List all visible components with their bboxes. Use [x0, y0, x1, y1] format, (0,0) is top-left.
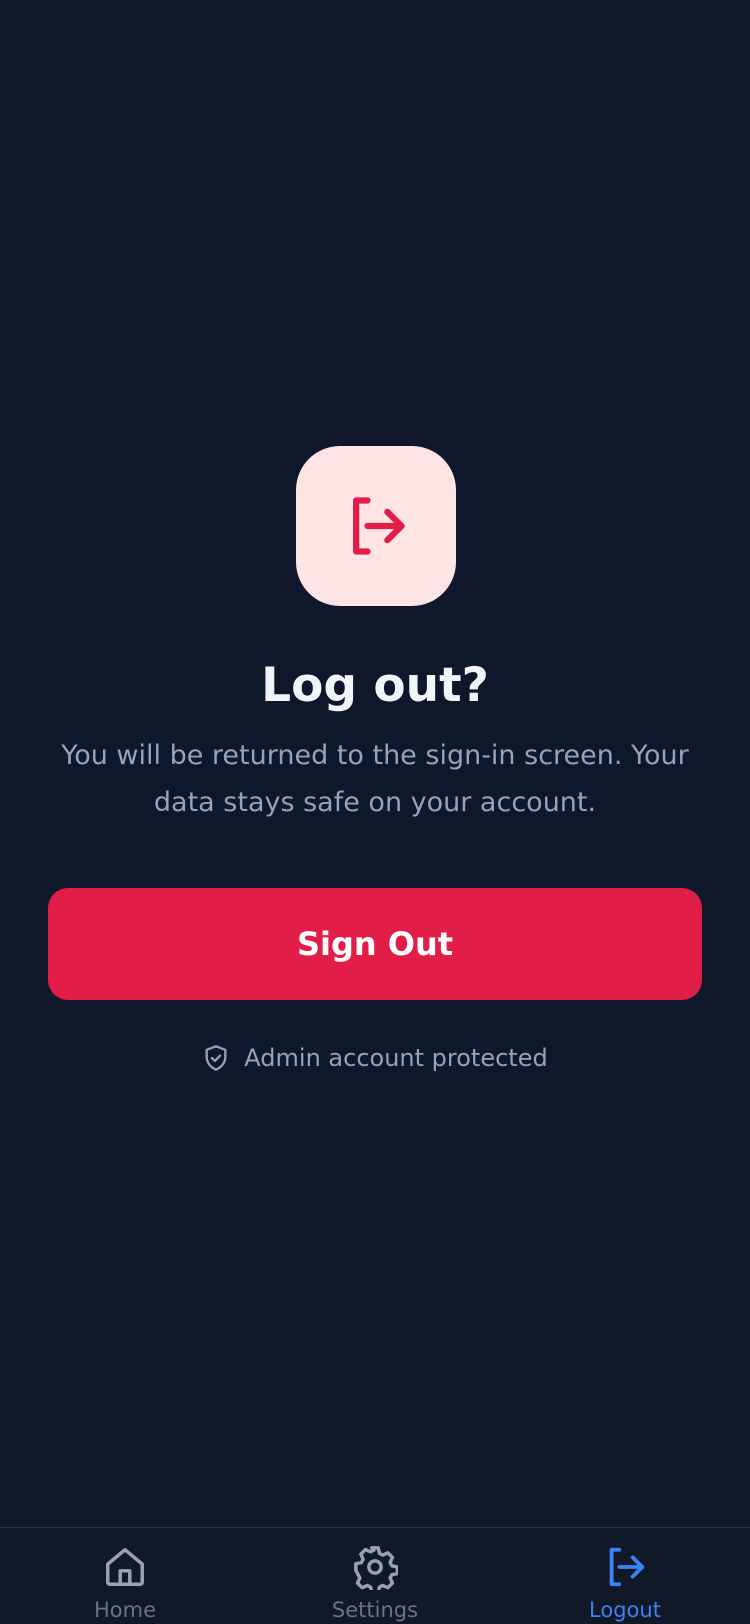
dialog-title: Log out?: [261, 658, 489, 713]
tab-logout-label: Logout: [589, 1598, 661, 1622]
tab-home[interactable]: Home: [0, 1528, 250, 1624]
tab-settings[interactable]: Settings: [250, 1528, 500, 1624]
home-icon: [106, 1548, 144, 1586]
logout-icon: [353, 497, 405, 555]
gear-icon: [354, 1546, 398, 1590]
bottom-tab-bar: Home Settings Logout: [0, 1527, 750, 1624]
tab-settings-label: Settings: [331, 1598, 419, 1622]
logout-icon-tile: [296, 446, 456, 606]
dialog-message: You will be returned to the sign-in scre…: [61, 740, 689, 818]
tab-logout[interactable]: Logout: [500, 1528, 750, 1624]
sign-out-button[interactable]: Sign Out: [48, 888, 702, 1000]
account-protected-note: Admin account protected: [0, 1044, 750, 1072]
logout-icon: [609, 1547, 645, 1587]
shield-check-icon: [205, 1045, 227, 1071]
protected-label: Admin account protected: [244, 1044, 548, 1072]
logout-screen: Log out? You will be returned to the sig…: [0, 0, 750, 1527]
tab-home-label: Home: [93, 1598, 156, 1622]
